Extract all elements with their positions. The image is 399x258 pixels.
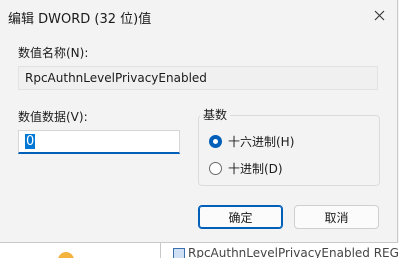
dialog-title: 编辑 DWORD (32 位)值 bbox=[8, 12, 152, 27]
radio-unselected-icon bbox=[209, 162, 222, 175]
background-list-item: RpcAuthnLevelPrivacyEnabled REG_DWORD bbox=[188, 246, 399, 258]
radio-hexadecimal[interactable]: 十六进制(H) bbox=[209, 133, 294, 150]
registry-value-icon bbox=[173, 248, 185, 258]
value-data-label: 数值数据(V): bbox=[18, 110, 88, 124]
background-registry-editor: RpcAuthnLevelPrivacyEnabled REG_DWORD bbox=[0, 243, 399, 258]
value-data-text: 0 bbox=[25, 134, 36, 149]
radio-selected-icon bbox=[209, 135, 222, 148]
value-name-label: 数值名称(N): bbox=[18, 46, 89, 60]
close-button[interactable] bbox=[360, 0, 398, 30]
radio-hexadecimal-label: 十六进制(H) bbox=[228, 135, 295, 149]
folder-icon bbox=[58, 252, 74, 258]
pane-divider bbox=[160, 243, 161, 258]
radio-decimal[interactable]: 十进制(D) bbox=[209, 160, 283, 177]
value-name-field: RpcAuthnLevelPrivacyEnabled bbox=[18, 66, 378, 90]
base-group-title: 基数 bbox=[200, 106, 231, 123]
close-icon bbox=[374, 10, 384, 20]
edit-dword-dialog: 编辑 DWORD (32 位)值 数值名称(N): RpcAuthnLevelP… bbox=[0, 0, 398, 243]
value-data-input[interactable]: 0 bbox=[18, 130, 180, 154]
ok-button[interactable]: 确定 bbox=[198, 205, 283, 229]
radio-decimal-label: 十进制(D) bbox=[228, 162, 283, 176]
cancel-button[interactable]: 取消 bbox=[294, 205, 379, 229]
